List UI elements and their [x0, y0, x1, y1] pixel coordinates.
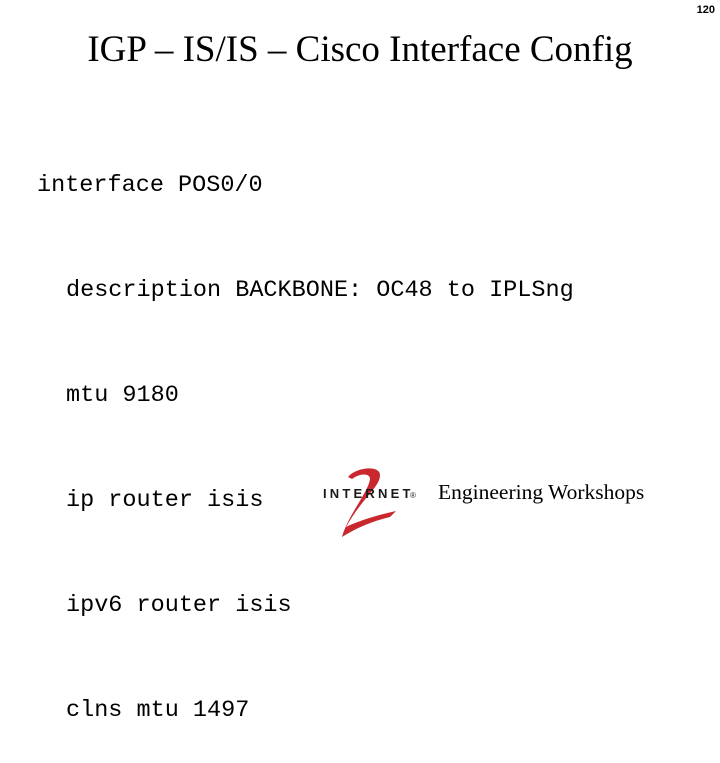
config-line: description BACKBONE: OC48 to IPLSng — [66, 277, 574, 304]
config-line: clns mtu 1497 — [66, 697, 250, 724]
internet2-logo: INTERNET ® — [323, 468, 416, 537]
slide-title: IGP – IS/IS – Cisco Interface Config — [87, 29, 633, 70]
config-code-block: interface POS0/0 description BACKBONE: O… — [37, 98, 574, 763]
logo-text: INTERNET — [323, 486, 414, 501]
config-line: ipv6 router isis — [66, 592, 292, 619]
config-line: interface POS0/0 — [37, 172, 263, 199]
registered-mark: ® — [410, 491, 416, 500]
footer-text: Engineering Workshops — [438, 480, 645, 504]
page-number: 120 — [696, 4, 715, 16]
config-line: mtu 9180 — [66, 382, 179, 409]
logo-swoosh-2 — [342, 468, 396, 537]
